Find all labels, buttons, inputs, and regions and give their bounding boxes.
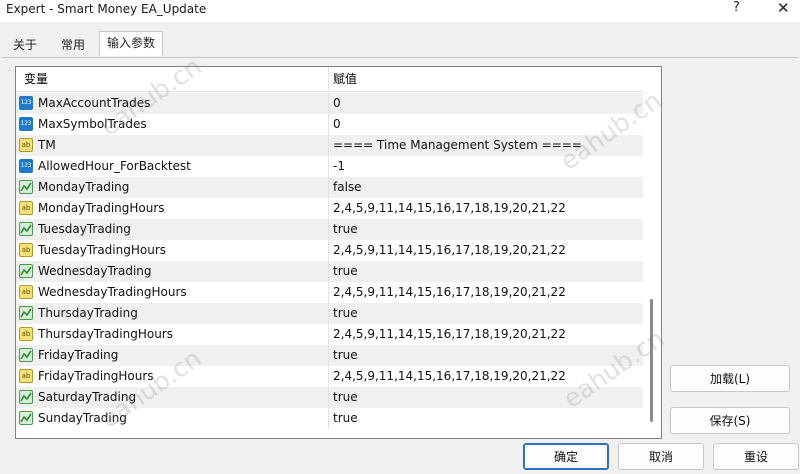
boolean-icon	[19, 306, 33, 320]
string-icon: ab	[19, 327, 33, 341]
cell-divider	[328, 303, 329, 324]
string-icon: ab	[19, 201, 33, 215]
parameter-value[interactable]: 2,4,5,9,11,14,15,16,17,18,19,20,21,22	[333, 198, 566, 219]
parameter-name: TuesdayTradingHours	[38, 243, 167, 257]
close-button[interactable]: ✕	[777, 0, 790, 17]
cell-divider	[328, 324, 329, 345]
parameter-value[interactable]: true	[333, 303, 358, 324]
string-icon: ab	[19, 369, 33, 383]
parameter-value[interactable]: true	[333, 219, 358, 240]
boolean-icon	[19, 411, 33, 425]
table-row[interactable]: ab WednesdayTradingHours 2,4,5,9,11,14,15,…	[16, 282, 643, 303]
tab-about[interactable]: 关于	[2, 33, 48, 56]
parameter-value[interactable]: true	[333, 387, 358, 408]
cell-divider	[328, 366, 329, 387]
parameter-value[interactable]: 0	[333, 93, 341, 114]
parameter-name: MondayTrading	[38, 180, 130, 194]
parameter-name: WednesdayTrading	[38, 264, 152, 278]
cell-divider	[328, 408, 329, 429]
parameter-name: WednesdayTradingHours	[38, 285, 187, 299]
parameter-value[interactable]: ==== Time Management System ====	[333, 135, 582, 156]
cancel-button[interactable]: 取消	[618, 443, 704, 470]
parameter-value[interactable]: 0	[333, 114, 341, 135]
boolean-icon	[19, 222, 33, 236]
table-row[interactable]: WednesdayTrading true	[16, 261, 643, 282]
table-row[interactable]: MondayTrading false	[16, 177, 643, 198]
window-title: Expert - Smart Money EA_Update	[6, 2, 207, 16]
boolean-icon	[19, 264, 33, 278]
string-icon: ab	[19, 243, 33, 257]
parameter-value[interactable]: true	[333, 345, 358, 366]
number-icon: 123	[19, 159, 33, 173]
cell-divider	[328, 177, 329, 198]
parameter-name: FridayTrading	[38, 348, 119, 362]
parameter-name: ThursdayTradingHours	[38, 327, 173, 341]
table-row[interactable]: FridayTrading true	[16, 345, 643, 366]
parameter-name: MondayTradingHours	[38, 201, 165, 215]
cell-divider	[328, 135, 329, 156]
tab-common[interactable]: 常用	[50, 33, 96, 56]
load-button[interactable]: 加载(L)	[670, 365, 790, 392]
ok-button[interactable]: 确定	[523, 443, 609, 470]
parameter-value[interactable]: 2,4,5,9,11,14,15,16,17,18,19,20,21,22	[333, 366, 566, 387]
number-icon: 123	[19, 96, 33, 110]
cell-divider	[328, 219, 329, 240]
tab-page-border	[2, 57, 798, 58]
parameter-value[interactable]: 2,4,5,9,11,14,15,16,17,18,19,20,21,22	[333, 282, 566, 303]
boolean-icon	[19, 180, 33, 194]
list-header: 变量 赋值	[16, 67, 643, 92]
cell-divider	[328, 345, 329, 366]
column-header-value[interactable]: 赋值	[333, 67, 357, 91]
parameter-name: TuesdayTrading	[38, 222, 131, 236]
save-button[interactable]: 保存(S)	[670, 407, 790, 434]
parameter-value[interactable]: 2,4,5,9,11,14,15,16,17,18,19,20,21,22	[333, 324, 566, 345]
boolean-icon	[19, 390, 33, 404]
help-button[interactable]: ?	[733, 0, 740, 15]
string-icon: ab	[19, 285, 33, 299]
parameter-value[interactable]: 2,4,5,9,11,14,15,16,17,18,19,20,21,22	[333, 240, 566, 261]
cell-divider	[328, 156, 329, 177]
cell-divider	[328, 93, 329, 114]
parameter-value[interactable]: true	[333, 261, 358, 282]
table-row[interactable]: ThursdayTrading true	[16, 303, 643, 324]
table-row[interactable]: TuesdayTrading true	[16, 219, 643, 240]
cell-divider	[328, 240, 329, 261]
title-bar: Expert - Smart Money EA_Update ? ✕	[0, 0, 800, 22]
column-divider[interactable]	[328, 67, 329, 91]
cell-divider	[328, 387, 329, 408]
parameter-value[interactable]: false	[333, 177, 362, 198]
table-row[interactable]: 123 AllowedHour_ForBacktest -1	[16, 156, 643, 177]
cell-divider	[328, 198, 329, 219]
table-row[interactable]: ab MondayTradingHours 2,4,5,9,11,14,15,16,…	[16, 198, 643, 219]
cell-divider	[328, 261, 329, 282]
number-icon: 123	[19, 117, 33, 131]
cell-divider	[328, 282, 329, 303]
parameter-value[interactable]: -1	[333, 156, 345, 177]
parameter-name: TM	[38, 138, 56, 152]
parameter-value[interactable]: true	[333, 408, 358, 429]
parameter-name: AllowedHour_ForBacktest	[38, 159, 191, 173]
cell-divider	[328, 114, 329, 135]
tab-bar: 关于 常用 输入参数	[0, 31, 800, 57]
string-icon: ab	[19, 138, 33, 152]
column-header-variable[interactable]: 变量	[24, 67, 48, 91]
boolean-icon	[19, 348, 33, 362]
tab-inputs[interactable]: 输入参数	[99, 31, 163, 56]
reset-button[interactable]: 重设	[713, 443, 799, 470]
table-row[interactable]: ab ThursdayTradingHours 2,4,5,9,11,14,15,1…	[16, 324, 643, 345]
parameter-name: ThursdayTrading	[38, 306, 138, 320]
table-row[interactable]: ab TuesdayTradingHours 2,4,5,9,11,14,15,16…	[16, 240, 643, 261]
table-row[interactable]: ab FridayTradingHours 2,4,5,9,11,14,15,16,…	[16, 366, 643, 387]
